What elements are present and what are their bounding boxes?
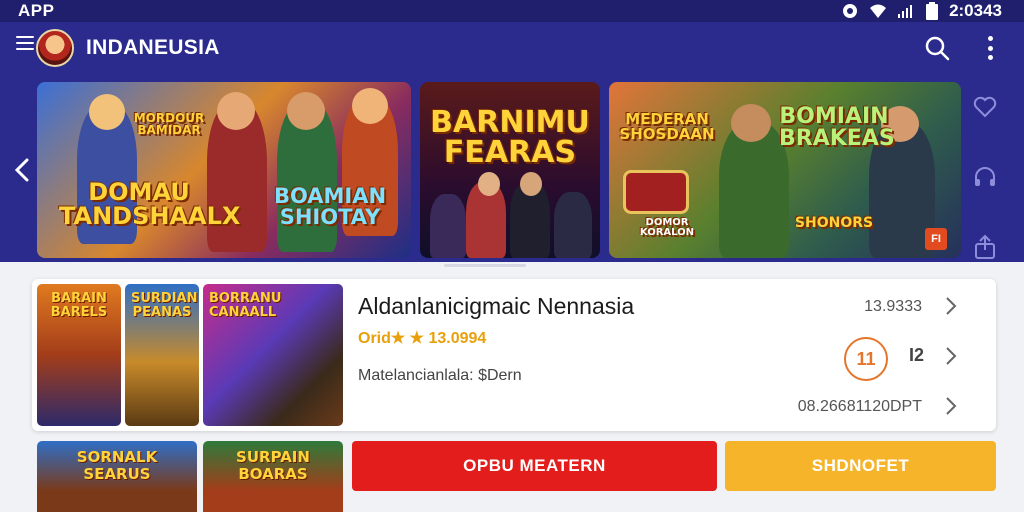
banner-3-badge: DOMOR KORALON <box>639 217 695 238</box>
app-bar: INDANEUSIA <box>0 22 1024 74</box>
bottom-thumb-2-label: SURPAIN BOARAS <box>236 448 310 483</box>
banner-2-title-main: BARNIMU FEARAS <box>430 105 590 170</box>
headset-icon[interactable] <box>972 164 998 190</box>
chevron-right-icon <box>946 297 957 315</box>
chevron-right-icon <box>946 347 957 365</box>
bottom-thumb-1[interactable]: SORNALK SEARUS <box>37 441 197 512</box>
banner-1-title-top: MORDOUR BAMIDAR <box>133 111 205 137</box>
game-thumb-1-label: BARAIN BARELS <box>50 291 108 321</box>
banner-3-title-top: MEDERAN SHOSDAAN <box>619 110 715 143</box>
banner-3-title-sub: SHONORS <box>794 215 874 231</box>
game-subtitle: Matelancianlala: $Dern <box>358 367 522 384</box>
status-icons: 2:0343 <box>841 1 1002 21</box>
bottom-thumb-2[interactable]: SURPAIN BOARAS <box>203 441 343 512</box>
banner-1-title-sub: BOAMIAN SHIOTAY <box>273 184 387 229</box>
camera-icon <box>843 4 858 18</box>
game-rating: Orid★ ★ 13.0994 <box>358 330 487 347</box>
share-button[interactable]: SHDNOFET <box>725 441 996 491</box>
status-bar: APP 2:0343 <box>0 0 1024 22</box>
carousel-indicator <box>444 264 526 267</box>
game-thumb-3-label: BORRANU CANAALL <box>209 291 282 321</box>
meta-row-1[interactable]: 13.9333 <box>772 295 972 319</box>
battery-icon <box>926 2 939 20</box>
chevron-left-icon[interactable] <box>12 158 32 182</box>
signal-icon <box>898 5 913 18</box>
game-thumb-2[interactable]: SURDIAN PEANAS <box>125 284 199 426</box>
bottom-thumb-1-label: SORNALK SEARUS <box>76 448 158 483</box>
meta-value-1: 13.9333 <box>864 298 922 315</box>
hero-carousel: MORDOUR BAMIDAR DOMAU TANDSHAALX BOAMIAN… <box>0 74 1024 262</box>
heart-chat-icon[interactable] <box>972 94 998 120</box>
more-options-icon[interactable] <box>986 36 994 60</box>
wifi-icon <box>870 4 887 18</box>
meta-row-3[interactable]: 08.26681120DPT <box>732 395 972 419</box>
share-icon[interactable] <box>972 234 998 260</box>
banner-1[interactable]: MORDOUR BAMIDAR DOMAU TANDSHAALX BOAMIAN… <box>37 82 411 258</box>
meta-row-2[interactable] <box>792 345 972 369</box>
game-thumb-2-label: SURDIAN PEANAS <box>131 291 198 321</box>
menu-icon[interactable] <box>16 36 34 50</box>
banner-3-corner-badge: FI <box>925 228 947 250</box>
open-button[interactable]: OPBU MEATERN <box>352 441 717 491</box>
app-title: INDANEUSIA <box>86 36 220 59</box>
game-thumb-1[interactable]: BARAIN BARELS <box>37 284 121 426</box>
meta-value-3: 08.26681120DPT <box>797 398 922 415</box>
banner-3[interactable]: MEDERAN SHOSDAAN BOMIAIN BRAKEAS DOMOR K… <box>609 82 961 258</box>
banner-3-title-main: BOMIAIN BRAKEAS <box>779 104 895 151</box>
game-thumb-3[interactable]: BORRANU CANAALL <box>203 284 343 426</box>
game-title: Aldanlanicigmaic Nennasia <box>358 293 635 319</box>
avatar[interactable] <box>36 29 74 67</box>
banner-2[interactable]: BARNIMU FEARAS <box>420 82 600 258</box>
status-app-label: APP <box>18 1 55 20</box>
game-card[interactable]: BARAIN BARELS SURDIAN PEANAS BORRANU CAN… <box>32 279 996 431</box>
hero-side-icons <box>972 94 1002 304</box>
status-time: 2:0343 <box>949 1 1002 20</box>
banner-1-title-main: DOMAU TANDSHAALX <box>59 178 241 230</box>
search-icon[interactable] <box>924 35 950 61</box>
chevron-right-icon <box>946 397 957 415</box>
